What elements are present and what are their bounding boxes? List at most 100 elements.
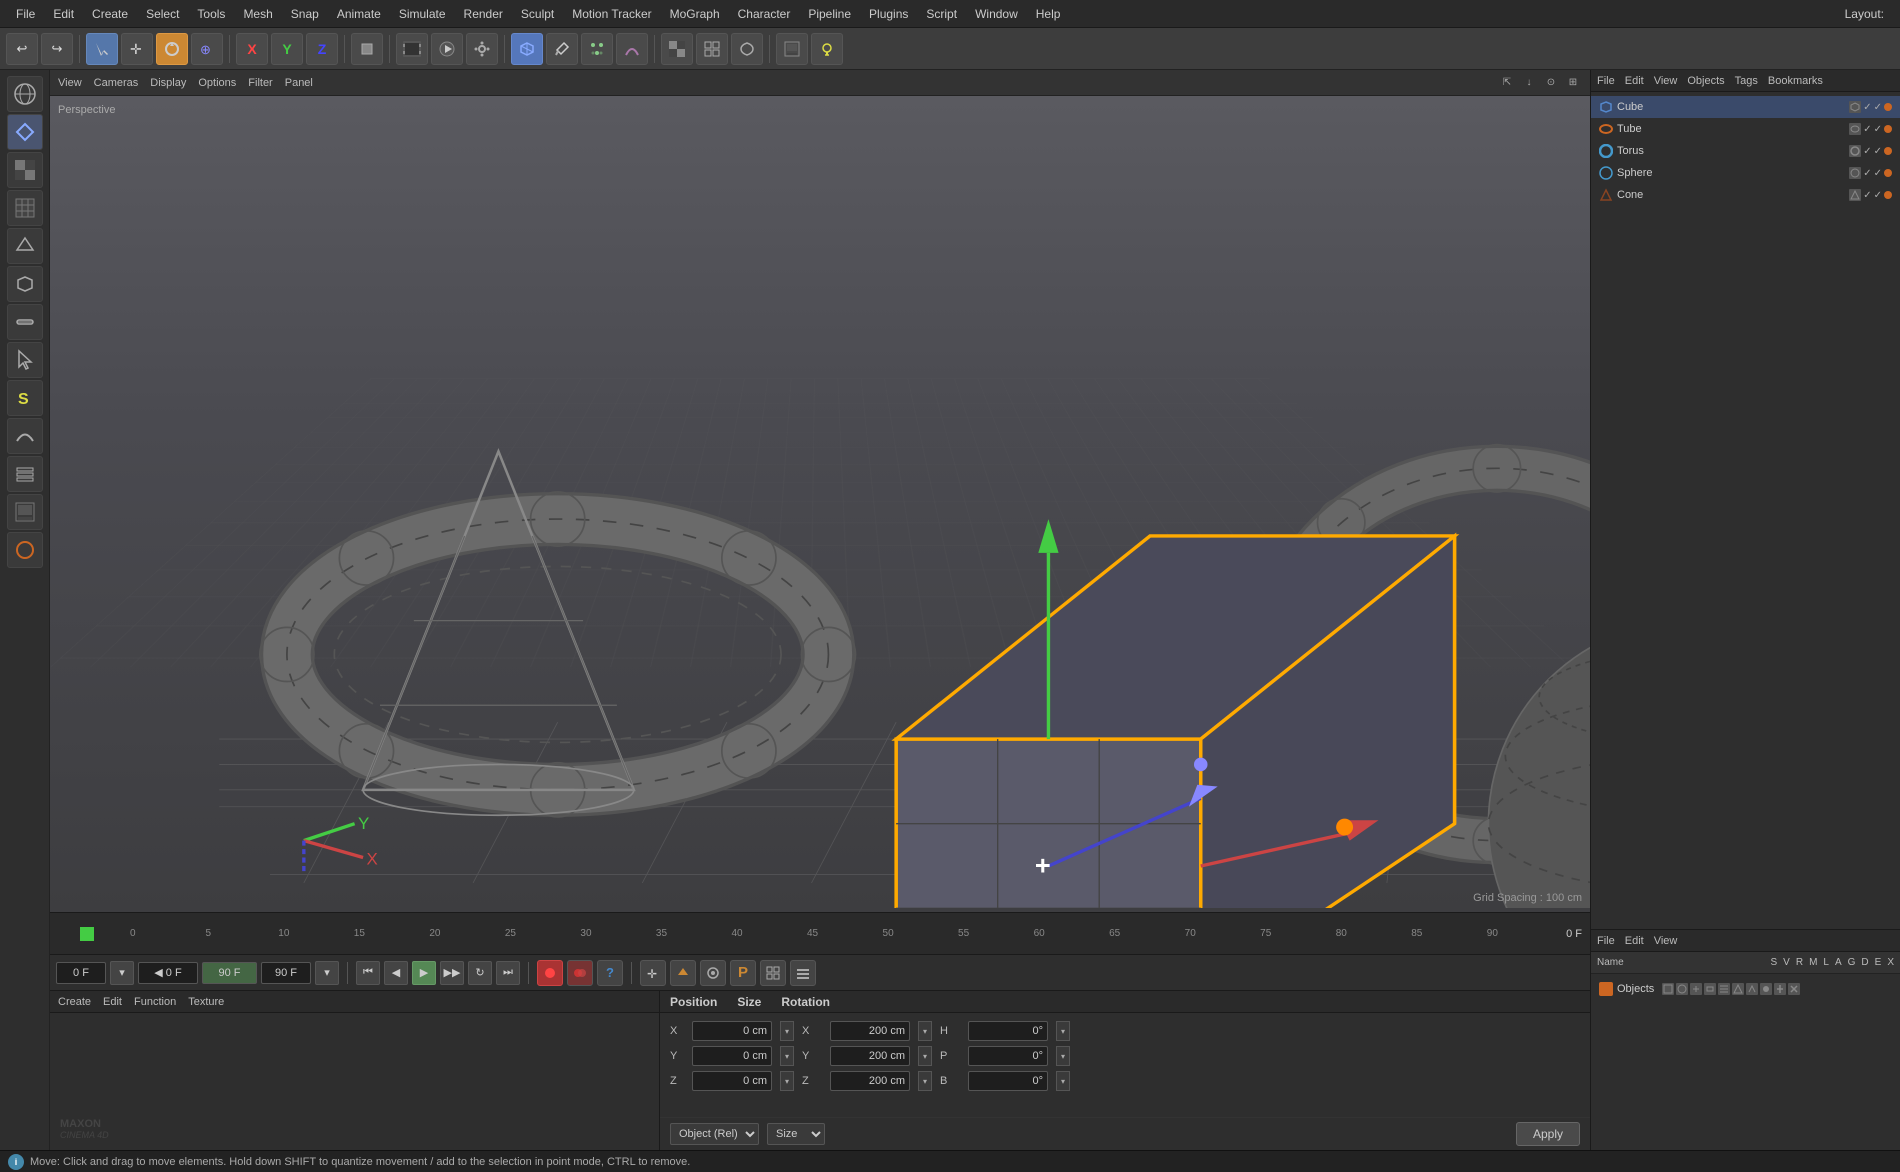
b-rot-input[interactable] [968,1071,1048,1091]
x-axis-button[interactable]: X [236,33,268,65]
x-pos-spinner[interactable]: ▾ [780,1021,794,1041]
menu-motion-tracker[interactable]: Motion Tracker [564,4,659,24]
am-icon-2[interactable] [1676,983,1688,995]
x-size-spinner[interactable]: ▾ [918,1021,932,1041]
render-button[interactable] [431,33,463,65]
b-rot-spinner[interactable]: ▾ [1056,1071,1070,1091]
om-item-torus[interactable]: Torus ✓ ✓ [1591,140,1900,162]
am-icon-8[interactable] [1760,983,1772,995]
p-rot-input[interactable] [968,1046,1048,1066]
menu-tools[interactable]: Tools [189,4,233,24]
render-view-button[interactable] [776,33,808,65]
param-button[interactable] [790,960,816,986]
undo-button[interactable]: ↩ [6,33,38,65]
om-view[interactable]: View [1654,75,1678,87]
mat-function[interactable]: Function [134,996,176,1008]
particle-button[interactable] [581,33,613,65]
vp-icon-camera[interactable]: ⊙ [1542,74,1560,92]
z-pos-spinner[interactable]: ▾ [780,1071,794,1091]
step-back-button[interactable]: ◀ [384,961,408,985]
om-item-sphere[interactable]: Sphere ✓ ✓ [1591,162,1900,184]
vp-view[interactable]: View [58,77,82,89]
om-objects[interactable]: Objects [1687,75,1724,87]
om-item-cube[interactable]: Cube ✓ ✓ [1591,96,1900,118]
tool3-button[interactable] [7,304,43,340]
menu-plugins[interactable]: Plugins [861,4,916,24]
am-icon-7[interactable] [1746,983,1758,995]
vp-icon-down[interactable]: ↓ [1520,74,1538,92]
key-button[interactable] [670,960,696,986]
y-pos-spinner[interactable]: ▾ [780,1046,794,1066]
play-button[interactable]: ▶ [412,961,436,985]
menu-pipeline[interactable]: Pipeline [800,4,859,24]
menu-sculpt[interactable]: Sculpt [513,4,562,24]
am-icon-5[interactable] [1718,983,1730,995]
step-forward-button[interactable]: ▶▶ [440,961,464,985]
menu-file[interactable]: File [8,4,43,24]
menu-simulate[interactable]: Simulate [391,4,454,24]
vp-icon-arrows[interactable]: ⇱ [1498,74,1516,92]
orange-circle-button[interactable] [7,532,43,568]
am-color-box[interactable] [1599,982,1613,996]
array-button[interactable] [696,33,728,65]
menu-render[interactable]: Render [456,4,511,24]
snap-button[interactable]: ✛ [640,960,666,986]
select-mode-button[interactable] [86,33,118,65]
menu-character[interactable]: Character [730,4,799,24]
timeline-marker[interactable] [80,927,94,941]
vp-filter[interactable]: Filter [248,77,272,89]
y-pos-input[interactable] [692,1046,772,1066]
am-icon-10[interactable] [1788,983,1800,995]
am-edit[interactable]: Edit [1625,935,1644,947]
z-axis-button[interactable]: Z [306,33,338,65]
x-pos-input[interactable] [692,1021,772,1041]
mat-create[interactable]: Create [58,996,91,1008]
start-frame-input[interactable] [138,962,198,984]
h-rot-spinner[interactable]: ▾ [1056,1021,1070,1041]
menu-select[interactable]: Select [138,4,187,24]
cube-side-button[interactable] [7,266,43,302]
settings-button[interactable] [466,33,498,65]
timeline-ruler[interactable]: 0 5 10 15 20 25 30 35 40 45 50 55 60 65 … [95,913,1530,954]
p-rot-spinner[interactable]: ▾ [1056,1046,1070,1066]
y-axis-button[interactable]: Y [271,33,303,65]
om-bookmarks[interactable]: Bookmarks [1768,75,1823,87]
mat-edit[interactable]: Edit [103,996,122,1008]
vp-cameras[interactable]: Cameras [94,77,139,89]
viewport-canvas[interactable]: Perspective [50,96,1590,912]
sculpt-btn[interactable] [616,33,648,65]
scale-button[interactable]: ⊕ [191,33,223,65]
menu-mograph[interactable]: MoGraph [662,4,728,24]
z-pos-input[interactable] [692,1071,772,1091]
object-button[interactable] [351,33,383,65]
cursor-button[interactable] [7,342,43,378]
coord-mode-select[interactable]: Size Scale [767,1123,825,1145]
y-size-input[interactable] [830,1046,910,1066]
mat-texture[interactable]: Texture [188,996,224,1008]
bulb-button[interactable] [811,33,843,65]
x-size-input[interactable] [830,1021,910,1041]
help-button[interactable]: ? [597,960,623,986]
grid-side-button[interactable] [7,190,43,226]
om-item-tube[interactable]: Tube ✓ ✓ [1591,118,1900,140]
viewport[interactable]: View Cameras Display Options Filter Pane… [50,70,1590,912]
am-icon-3[interactable] [1690,983,1702,995]
filmstrip-button[interactable] [396,33,428,65]
menu-mesh[interactable]: Mesh [235,4,280,24]
coord-system-select[interactable]: Object (Rel) World [670,1123,759,1145]
fps-input[interactable] [261,962,311,984]
menu-window[interactable]: Window [967,4,1026,24]
rotate-button[interactable] [156,33,188,65]
cube-tool-button[interactable] [511,33,543,65]
checkerboard-side-button[interactable] [7,152,43,188]
record-button[interactable] [537,960,563,986]
am-icon-6[interactable] [1732,983,1744,995]
world-button[interactable] [7,76,43,112]
menu-script[interactable]: Script [918,4,965,24]
go-start-button[interactable]: ⏮ [356,961,380,985]
lasso-button[interactable] [731,33,763,65]
vp-panel[interactable]: Panel [285,77,313,89]
menu-create[interactable]: Create [84,4,136,24]
menu-help[interactable]: Help [1028,4,1069,24]
spline-button[interactable]: S [7,380,43,416]
